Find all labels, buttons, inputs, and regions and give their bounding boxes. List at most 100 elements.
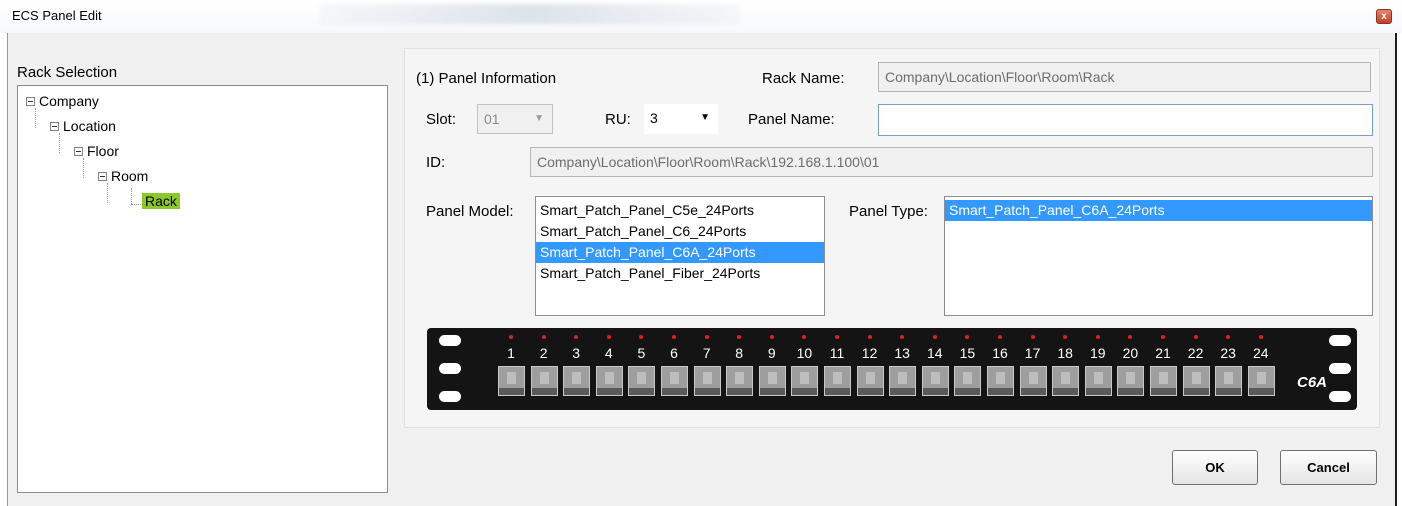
rj45-port[interactable] bbox=[628, 366, 656, 396]
rj45-port[interactable] bbox=[791, 366, 819, 396]
rj45-port[interactable] bbox=[1150, 366, 1177, 396]
tree-node-label: Room bbox=[111, 168, 149, 184]
ok-button[interactable]: OK bbox=[1172, 450, 1258, 485]
port-led bbox=[672, 335, 676, 339]
ru-value: 3 bbox=[650, 110, 658, 126]
rj45-port[interactable] bbox=[1117, 366, 1145, 396]
port-led bbox=[965, 335, 970, 339]
rj45-port[interactable] bbox=[1052, 366, 1080, 396]
list-item[interactable]: Smart_Patch_Panel_C6_24Ports bbox=[536, 221, 824, 242]
minus-box-icon[interactable] bbox=[98, 171, 107, 181]
slot-value: 01 bbox=[484, 111, 500, 127]
rj45-port[interactable] bbox=[987, 366, 1014, 396]
rj45-port[interactable] bbox=[661, 366, 688, 396]
id-field[interactable]: Company\Location\Floor\Room\Rack\192.168… bbox=[530, 147, 1373, 177]
port-number: 3 bbox=[572, 345, 581, 361]
port-number: 9 bbox=[767, 345, 776, 361]
rj45-port[interactable] bbox=[824, 366, 851, 396]
rj45-port[interactable] bbox=[954, 366, 982, 396]
port-led bbox=[835, 335, 839, 339]
port-number: 13 bbox=[894, 345, 910, 361]
tree-connector bbox=[83, 158, 84, 178]
panel-type-list[interactable]: Smart_Patch_Panel_C6A_24Ports bbox=[944, 196, 1373, 316]
panel-type-label: Panel Type: bbox=[849, 203, 928, 220]
list-item[interactable]: Smart_Patch_Panel_Fiber_24Ports bbox=[536, 263, 824, 284]
list-item[interactable]: Smart_Patch_Panel_C5e_24Ports bbox=[536, 200, 824, 221]
panel-name-input[interactable] bbox=[878, 104, 1373, 136]
rj45-port[interactable] bbox=[563, 366, 591, 396]
rj45-port[interactable] bbox=[1247, 366, 1275, 396]
tree-connector bbox=[131, 204, 141, 205]
port-number: 16 bbox=[992, 345, 1008, 361]
rj45-port[interactable] bbox=[1215, 366, 1243, 396]
mount-hole bbox=[439, 363, 461, 374]
rj45-port[interactable] bbox=[1084, 366, 1112, 396]
rj45-port[interactable] bbox=[921, 366, 949, 396]
slot-label: Slot: bbox=[426, 111, 457, 128]
port-led bbox=[704, 335, 709, 339]
tree-node-room[interactable]: Room bbox=[98, 168, 148, 184]
rj45-port[interactable] bbox=[889, 366, 917, 396]
port-led bbox=[769, 335, 774, 339]
rack-tree[interactable]: Company Location Floor Room Rack bbox=[17, 85, 388, 493]
port-led bbox=[639, 335, 644, 339]
port-number: 24 bbox=[1253, 345, 1269, 361]
minus-box-icon[interactable] bbox=[74, 146, 83, 156]
port-number: 4 bbox=[604, 345, 613, 361]
tree-node-label: Company bbox=[39, 93, 99, 109]
panel-model-list[interactable]: Smart_Patch_Panel_C5e_24Ports Smart_Patc… bbox=[535, 196, 825, 316]
close-icon[interactable]: x bbox=[1376, 9, 1392, 24]
port-led bbox=[1258, 335, 1263, 339]
port-number: 8 bbox=[735, 345, 744, 361]
port-number: 15 bbox=[959, 345, 976, 361]
list-item[interactable]: Smart_Patch_Panel_C6A_24Ports bbox=[945, 200, 1372, 221]
rj45-port[interactable] bbox=[530, 366, 558, 396]
tree-connector bbox=[107, 183, 108, 203]
rj45-port[interactable] bbox=[1019, 366, 1047, 396]
tree-node-location[interactable]: Location bbox=[50, 118, 116, 134]
tree-node-label: Floor bbox=[87, 143, 119, 159]
rj45-port[interactable] bbox=[498, 366, 525, 396]
title-bar-background bbox=[320, 4, 740, 24]
rack-selection-label: Rack Selection bbox=[17, 64, 118, 81]
port-number: 17 bbox=[1024, 345, 1041, 361]
port-number: 18 bbox=[1057, 345, 1073, 361]
tree-connector bbox=[131, 188, 132, 204]
panel-model-label: Panel Model: bbox=[426, 203, 514, 220]
cancel-button[interactable]: Cancel bbox=[1280, 450, 1377, 485]
port-led bbox=[509, 335, 513, 339]
slot-select[interactable]: 01 ▼ bbox=[477, 104, 553, 134]
mount-hole bbox=[1329, 391, 1351, 402]
rj45-port[interactable] bbox=[693, 366, 721, 396]
rj45-port[interactable] bbox=[856, 366, 884, 396]
rack-name-field[interactable]: Company\Location\Floor\Room\Rack bbox=[878, 62, 1371, 92]
list-item[interactable]: Smart_Patch_Panel_C6A_24Ports bbox=[536, 242, 824, 263]
mount-hole bbox=[1329, 335, 1351, 346]
id-label: ID: bbox=[426, 154, 446, 171]
port-number: 2 bbox=[539, 345, 548, 361]
tree-node-company[interactable]: Company bbox=[26, 93, 99, 109]
rj45-port[interactable] bbox=[1182, 366, 1210, 396]
port-number: 20 bbox=[1122, 345, 1139, 361]
tree-connector bbox=[35, 108, 36, 128]
tree-node-floor[interactable]: Floor bbox=[74, 143, 119, 159]
mount-hole bbox=[439, 391, 461, 402]
ru-select[interactable]: 3 ▼ bbox=[644, 104, 718, 134]
port-led bbox=[1128, 335, 1133, 339]
rj45-port[interactable] bbox=[595, 366, 623, 396]
rj45-port[interactable] bbox=[758, 366, 786, 396]
port-number: 21 bbox=[1155, 345, 1171, 361]
panel-name-label: Panel Name: bbox=[748, 111, 835, 128]
tree-node-rack[interactable]: Rack bbox=[142, 193, 180, 209]
port-led bbox=[1095, 335, 1100, 339]
rack-name-label: Rack Name: bbox=[762, 70, 845, 87]
port-led bbox=[574, 335, 579, 339]
port-number: 19 bbox=[1090, 345, 1106, 361]
minus-box-icon[interactable] bbox=[50, 121, 59, 131]
port-number: 22 bbox=[1187, 345, 1204, 361]
minus-box-icon[interactable] bbox=[26, 96, 35, 106]
rj45-port[interactable] bbox=[726, 366, 754, 396]
port-led bbox=[900, 335, 905, 339]
port-led bbox=[1063, 335, 1068, 339]
port-number: 6 bbox=[670, 345, 678, 361]
